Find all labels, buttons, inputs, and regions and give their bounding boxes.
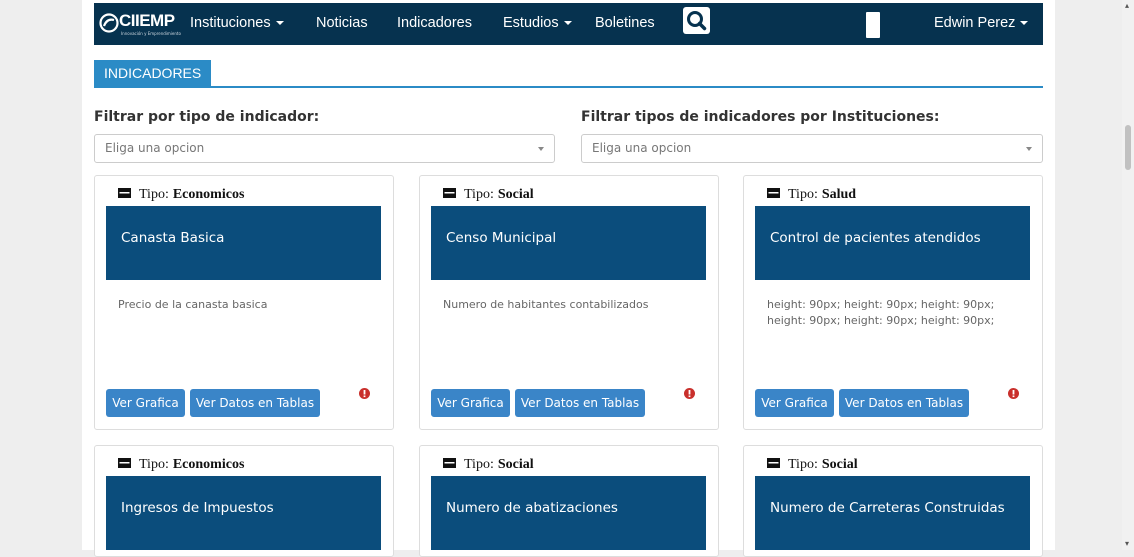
section-title: INDICADORES [94, 60, 212, 86]
ver-datos-tablas-button[interactable]: Ver Datos en Tablas [839, 389, 969, 417]
type-label: Tipo: [139, 187, 169, 202]
card-icon [443, 458, 456, 468]
card-banner: Numero de abatizaciones [431, 476, 706, 550]
indicator-title: Control de pacientes atendidos [770, 230, 981, 246]
card-icon [767, 188, 780, 198]
type-value: Economicos [172, 457, 245, 472]
card-banner: Control de pacientes atendidos [755, 206, 1030, 280]
nav-instituciones-label: Instituciones [190, 15, 271, 31]
user-name: Edwin Perez [934, 15, 1016, 31]
nav-estudios-label: Estudios [503, 15, 559, 31]
caret-down-icon [1020, 21, 1029, 26]
indicator-description: height: 90px; height: 90px; height: 90px… [767, 298, 995, 327]
indicator-title: Numero de Carreteras Construidas [770, 500, 1005, 516]
vertical-scrollbar[interactable]: ▴ ▾ [1122, 0, 1134, 550]
type-label: Tipo: [464, 457, 494, 472]
scrollbar-thumb[interactable] [1125, 125, 1131, 170]
type-label: Tipo: [788, 457, 818, 472]
indicator-title: Numero de abatizaciones [446, 500, 618, 516]
filter-type-placeholder: Eliga una opcion [105, 141, 205, 155]
card-type: Tipo: Social [443, 457, 534, 473]
indicator-card: Tipo: Social Numero de Carreteras Constru… [743, 445, 1043, 557]
exclamation-circle-icon[interactable] [1008, 388, 1019, 399]
filter-type-select[interactable]: Eliga una opcion [94, 134, 555, 163]
nav-instituciones[interactable]: Instituciones [190, 15, 284, 31]
card-type: Tipo: Social [443, 187, 534, 203]
user-menu[interactable]: Edwin Perez [934, 15, 1029, 31]
page-container: CIIEMP Innovación y Emprendimiento Insti… [82, 0, 1055, 557]
type-value: Economicos [172, 187, 245, 202]
filter-institution-label: Filtrar tipos de indicadores por Institu… [581, 109, 940, 125]
nav-boletines-label: Boletines [595, 15, 655, 31]
caret-down-icon [275, 21, 284, 26]
indicator-description: Precio de la canasta basica [118, 298, 268, 311]
nav-noticias[interactable]: Noticias [316, 15, 368, 31]
indicator-title: Ingresos de Impuestos [121, 500, 274, 516]
type-value: Salud [821, 187, 857, 202]
card-icon [767, 458, 780, 468]
indicator-card: Tipo: Economicos Canasta Basica Precio de… [94, 175, 394, 430]
indicator-card: Tipo: Social Numero de abatizaciones [419, 445, 719, 557]
card-banner: Ingresos de Impuestos [106, 476, 381, 550]
card-type: Tipo: Economicos [118, 187, 244, 203]
indicator-card: Tipo: Social Censo Municipal Numero de ha… [419, 175, 719, 430]
search-button[interactable] [683, 7, 710, 34]
top-navbar: CIIEMP Innovación y Emprendimiento Insti… [94, 3, 1043, 45]
brand-name: CIIEMP [119, 11, 175, 30]
card-icon [118, 458, 131, 468]
scroll-down-icon[interactable]: ▾ [1125, 540, 1129, 548]
ver-grafica-button[interactable]: Ver Grafica [431, 389, 510, 417]
type-label: Tipo: [464, 187, 494, 202]
card-type: Tipo: Salud [767, 187, 856, 203]
ver-grafica-button[interactable]: Ver Grafica [106, 389, 185, 417]
search-icon [687, 11, 707, 31]
ver-datos-tablas-button[interactable]: Ver Datos en Tablas [515, 389, 645, 417]
nav-indicadores[interactable]: Indicadores [397, 15, 472, 31]
exclamation-circle-icon[interactable] [359, 388, 370, 399]
indicator-title: Canasta Basica [121, 230, 225, 246]
nav-boletines[interactable]: Boletines [595, 15, 655, 31]
filter-institution-placeholder: Eliga una opcion [592, 141, 692, 155]
filter-institution-select[interactable]: Eliga una opcion [581, 134, 1043, 163]
card-banner: Censo Municipal [431, 206, 706, 280]
card-type: Tipo: Economicos [118, 457, 244, 473]
nav-indicadores-label: Indicadores [397, 15, 472, 31]
nav-estudios[interactable]: Estudios [503, 15, 572, 31]
logo-icon [99, 13, 119, 33]
card-banner: Numero de Carreteras Construidas [755, 476, 1030, 550]
exclamation-circle-icon[interactable] [684, 388, 695, 399]
caret-down-icon [563, 21, 572, 26]
type-label: Tipo: [139, 457, 169, 472]
card-type: Tipo: Social [767, 457, 858, 473]
type-value: Social [821, 457, 858, 472]
nav-noticias-label: Noticias [316, 15, 368, 31]
indicator-card: Tipo: Salud Control de pacientes atendido… [743, 175, 1043, 430]
dropdown-arrow-icon [1026, 147, 1032, 151]
card-banner: Canasta Basica [106, 206, 381, 280]
dropdown-arrow-icon [538, 147, 544, 151]
type-value: Social [497, 457, 534, 472]
ver-grafica-button[interactable]: Ver Grafica [755, 389, 834, 417]
card-icon [118, 188, 131, 198]
type-label: Tipo: [788, 187, 818, 202]
type-value: Social [497, 187, 534, 202]
card-icon [443, 188, 456, 198]
indicator-description: Numero de habitantes contabilizados [443, 298, 649, 311]
indicator-card: Tipo: Economicos Ingresos de Impuestos [94, 445, 394, 557]
user-avatar-placeholder[interactable] [866, 12, 880, 38]
brand-subtitle: Innovación y Emprendimiento [121, 31, 181, 36]
filter-type-label: Filtrar por tipo de indicador: [94, 109, 320, 125]
indicator-title: Censo Municipal [446, 230, 557, 246]
scroll-up-icon[interactable]: ▴ [1125, 2, 1129, 10]
ver-datos-tablas-button[interactable]: Ver Datos en Tablas [190, 389, 320, 417]
section-divider [94, 86, 1043, 88]
